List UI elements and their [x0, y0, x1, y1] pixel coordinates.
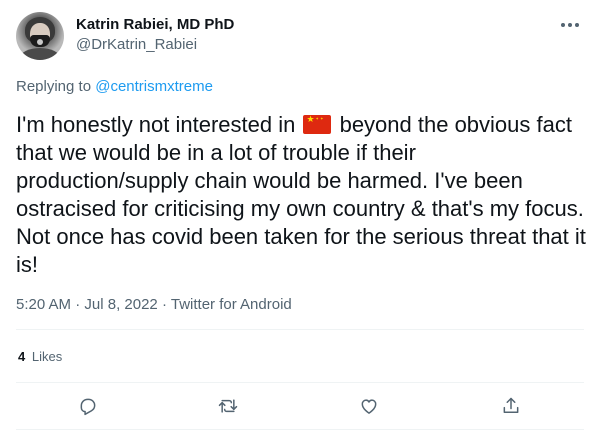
more-dot [575, 23, 579, 27]
tweet-meta: 5:20 AM · Jul 8, 2022 · Twitter for Andr… [16, 295, 292, 315]
reply-button[interactable] [75, 393, 101, 419]
likes-count: 4 [18, 349, 26, 364]
divider [16, 382, 584, 383]
more-dot [568, 23, 572, 27]
share-button[interactable] [498, 393, 524, 419]
more-dot [561, 23, 565, 27]
mention-link[interactable]: @centrismxtreme [95, 78, 213, 95]
user-handle[interactable]: @DrKatrin_Rabiei [76, 35, 234, 55]
tweet-source[interactable]: Twitter for Android [171, 296, 292, 313]
avatar-mask [30, 35, 50, 47]
more-horizontal-icon[interactable] [556, 14, 584, 36]
likes-stat[interactable]: 4 Likes [18, 347, 62, 367]
retweet-icon [218, 399, 238, 413]
tweet-header: Katrin Rabiei, MD PhD @DrKatrin_Rabiei [16, 12, 584, 64]
heart-icon [361, 399, 377, 414]
display-name[interactable]: Katrin Rabiei, MD PhD [76, 15, 234, 35]
meta-separator: · [161, 296, 167, 313]
tweet-date[interactable]: Jul 8, 2022 [84, 296, 157, 313]
author-names: Katrin Rabiei, MD PhD @DrKatrin_Rabiei [76, 15, 234, 55]
china-flag-emoji-icon [303, 115, 332, 134]
tweet-time[interactable]: 5:20 AM [16, 296, 71, 313]
retweet-button[interactable] [215, 393, 241, 419]
reply-icon [80, 398, 96, 416]
replying-to-label: Replying to [16, 78, 92, 95]
avatar-body [20, 48, 60, 60]
tweet-text: I'm honestly not interested in beyond th… [16, 111, 586, 279]
likes-label: Likes [31, 349, 63, 364]
divider [16, 329, 584, 330]
meta-separator: · [75, 296, 81, 313]
action-bar [16, 393, 584, 419]
like-button[interactable] [356, 393, 382, 419]
avatar[interactable] [16, 12, 64, 60]
share-icon [503, 397, 519, 413]
reply-context: Replying to @centrismxtreme [16, 77, 213, 97]
tweet-text-part-1: I'm honestly not interested in [16, 112, 302, 137]
